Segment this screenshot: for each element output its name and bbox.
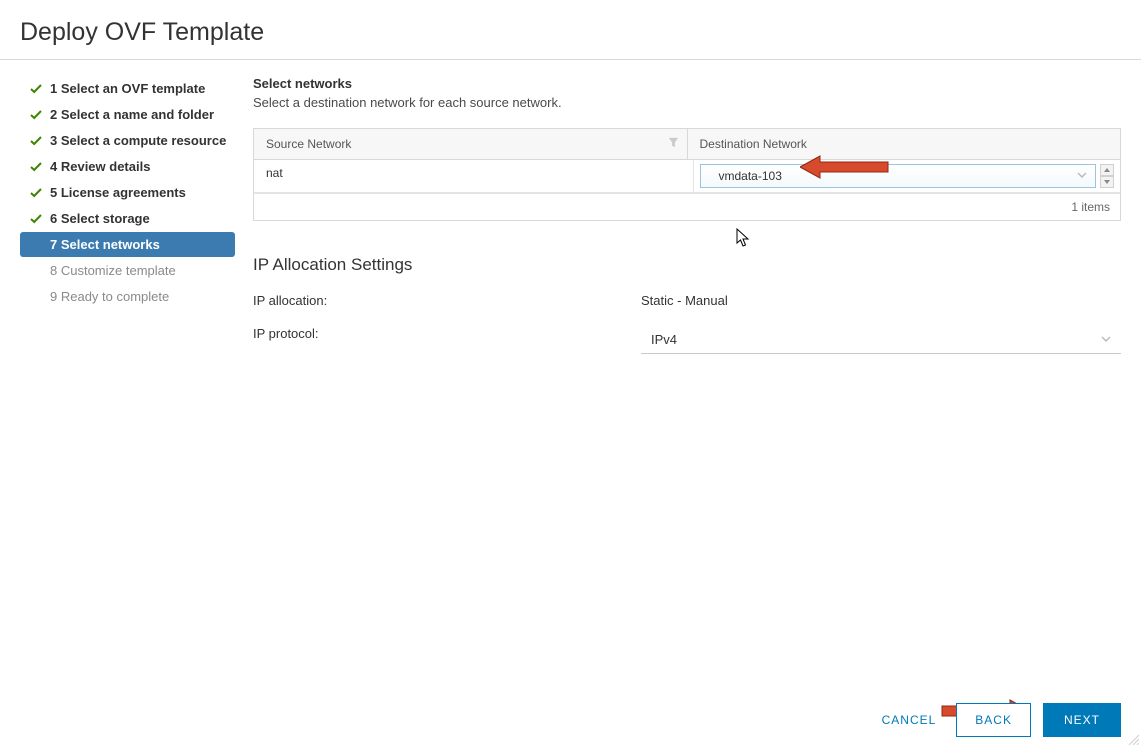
table-header: Source Network Destination Network <box>254 129 1120 160</box>
step-7-select-networks[interactable]: 7 Select networks <box>20 232 235 257</box>
back-button[interactable]: BACK <box>956 703 1031 737</box>
wizard-steps-sidebar: 1 Select an OVF template 2 Select a name… <box>20 76 235 372</box>
step-label: 7 Select networks <box>50 237 160 252</box>
page-title: Deploy OVF Template <box>0 0 1141 60</box>
network-mapping-table: Source Network Destination Network nat v… <box>253 128 1121 221</box>
source-network-cell: nat <box>254 160 694 192</box>
filter-icon[interactable] <box>668 137 679 151</box>
check-icon <box>28 83 44 95</box>
step-label: 9 Ready to complete <box>50 289 169 304</box>
ip-allocation-label: IP allocation: <box>253 293 641 308</box>
ip-allocation-row: IP allocation: Static - Manual <box>253 293 1121 308</box>
step-9-ready-to-complete: 9 Ready to complete <box>20 284 235 309</box>
check-icon <box>28 187 44 199</box>
col-label: Source Network <box>266 137 351 151</box>
chevron-down-icon <box>1077 169 1087 183</box>
step-5-license-agreements[interactable]: 5 License agreements <box>20 180 235 205</box>
step-label: 5 License agreements <box>50 185 186 200</box>
section-subheading: Select a destination network for each so… <box>253 95 1121 110</box>
col-destination-network[interactable]: Destination Network <box>688 129 1121 159</box>
check-icon <box>28 161 44 173</box>
step-label: 8 Customize template <box>50 263 176 278</box>
section-heading: Select networks <box>253 76 1121 91</box>
resize-grip-icon[interactable] <box>1127 733 1139 745</box>
ip-protocol-label: IP protocol: <box>253 326 641 354</box>
step-4-review-details[interactable]: 4 Review details <box>20 154 235 179</box>
cancel-button[interactable]: CANCEL <box>874 703 945 737</box>
spin-down-button[interactable] <box>1100 176 1114 188</box>
ip-protocol-field: IPv4 <box>641 326 1121 354</box>
dropdown-value: vmdata-103 <box>719 169 782 183</box>
row-spinner <box>1100 164 1114 188</box>
next-button[interactable]: NEXT <box>1043 703 1121 737</box>
check-icon <box>28 109 44 121</box>
ip-allocation-heading: IP Allocation Settings <box>253 255 1121 275</box>
step-8-customize-template: 8 Customize template <box>20 258 235 283</box>
col-label: Destination Network <box>700 137 807 151</box>
step-2-select-name-folder[interactable]: 2 Select a name and folder <box>20 102 235 127</box>
col-source-network[interactable]: Source Network <box>254 129 688 159</box>
check-icon <box>28 213 44 225</box>
wizard-footer: CANCEL BACK NEXT <box>874 703 1121 737</box>
spin-up-button[interactable] <box>1100 164 1114 176</box>
item-count: 1 items <box>1071 200 1110 214</box>
step-label: 3 Select a compute resource <box>50 133 226 148</box>
table-footer: 1 items <box>254 193 1120 220</box>
chevron-down-icon <box>1101 332 1111 347</box>
step-6-select-storage[interactable]: 6 Select storage <box>20 206 235 231</box>
main-panel: Select networks Select a destination net… <box>235 76 1121 372</box>
step-1-select-ovf-template[interactable]: 1 Select an OVF template <box>20 76 235 101</box>
check-icon <box>28 135 44 147</box>
step-label: 1 Select an OVF template <box>50 81 205 96</box>
destination-network-cell: vmdata-103 <box>694 160 1121 192</box>
ip-protocol-row: IP protocol: IPv4 <box>253 326 1121 354</box>
dropdown-value: IPv4 <box>651 332 677 347</box>
ip-protocol-dropdown[interactable]: IPv4 <box>641 326 1121 354</box>
ip-allocation-value: Static - Manual <box>641 293 1121 308</box>
table-row: nat vmdata-103 <box>254 160 1120 193</box>
step-label: 2 Select a name and folder <box>50 107 214 122</box>
destination-network-dropdown[interactable]: vmdata-103 <box>700 164 1097 188</box>
step-3-select-compute-resource[interactable]: 3 Select a compute resource <box>20 128 235 153</box>
step-label: 4 Review details <box>50 159 150 174</box>
step-label: 6 Select storage <box>50 211 150 226</box>
